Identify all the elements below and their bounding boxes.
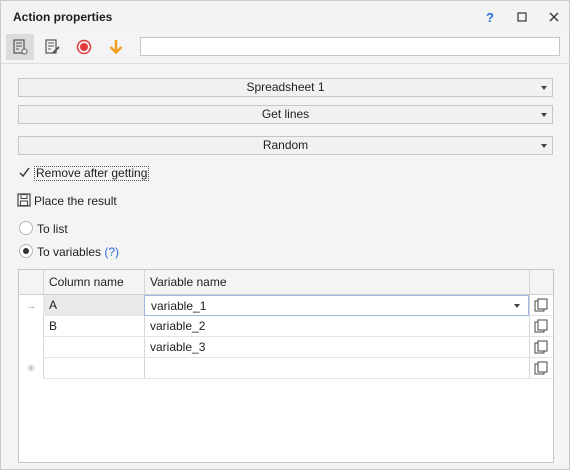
title-bar: Action properties ? [1, 1, 569, 33]
copy-button[interactable] [529, 337, 553, 358]
to-variables-option: To variables (?) [37, 245, 119, 259]
copy-button[interactable] [529, 295, 553, 316]
place-result-label: Place the result [34, 194, 117, 208]
chevron-down-icon[interactable] [514, 304, 520, 308]
variable-name-cell[interactable] [144, 358, 529, 379]
variables-grid: Column name Variable name → A variable_1… [18, 269, 554, 463]
window-title: Action properties [13, 10, 113, 24]
variable-name-value: variable_1 [151, 299, 207, 313]
to-variables-radio[interactable] [19, 244, 33, 258]
close-button[interactable] [544, 7, 564, 27]
download-tool[interactable] [102, 34, 130, 60]
remove-after-getting-checkbox[interactable] [18, 166, 31, 179]
chevron-down-icon [541, 144, 547, 148]
spreadsheet-select[interactable]: Spreadsheet 1 [18, 78, 553, 97]
chevron-down-icon [541, 86, 547, 90]
to-list-label[interactable]: To list [37, 222, 68, 236]
copy-icon [534, 298, 548, 312]
variable-name-header[interactable]: Variable name [144, 270, 529, 295]
settings-doc-tool[interactable] [6, 34, 34, 60]
column-name-header[interactable]: Column name [43, 270, 144, 295]
edit-doc-icon [45, 39, 60, 54]
new-row-star-icon: ✳ [26, 363, 36, 375]
action-select-value: Get lines [261, 107, 310, 121]
record-icon [76, 39, 92, 55]
record-tool[interactable] [70, 34, 98, 60]
column-name-cell[interactable] [43, 358, 144, 379]
toolbar-search-input[interactable] [140, 37, 560, 56]
grid-corner-header [19, 270, 43, 295]
table-row[interactable]: B variable_2 [19, 316, 553, 337]
row-indicator [19, 316, 43, 337]
mode-select-value: Random [262, 138, 309, 152]
mode-select[interactable]: Random [18, 136, 553, 155]
to-variables-label[interactable]: To variables [37, 245, 101, 259]
current-row-arrow-icon: → [25, 299, 37, 312]
help-button[interactable]: ? [480, 7, 500, 27]
column-name-cell[interactable]: A [43, 295, 144, 316]
action-properties-window: Action properties ? Spreadsheet 1 Get li… [0, 0, 570, 470]
copy-icon [534, 340, 548, 354]
new-row[interactable]: ✳ [19, 358, 553, 379]
table-row[interactable]: variable_3 [19, 337, 553, 358]
close-icon [549, 12, 559, 22]
toolbar [1, 33, 569, 61]
row-indicator [19, 337, 43, 358]
maximize-button[interactable] [512, 7, 532, 27]
copy-button[interactable] [529, 316, 553, 337]
maximize-icon [517, 12, 527, 22]
edit-doc-tool[interactable] [38, 34, 66, 60]
copy-button[interactable] [529, 358, 553, 379]
to-variables-help-link[interactable]: (?) [104, 245, 119, 259]
actions-header [529, 270, 553, 295]
table-row[interactable]: → A variable_1 [19, 295, 553, 316]
copy-icon [534, 319, 548, 333]
column-name-cell[interactable] [43, 337, 144, 358]
toolbar-separator [1, 63, 569, 64]
copy-icon [534, 361, 548, 375]
variable-name-cell[interactable]: variable_2 [144, 316, 529, 337]
save-icon [17, 193, 31, 207]
variable-name-cell[interactable]: variable_3 [144, 337, 529, 358]
column-name-cell[interactable]: B [43, 316, 144, 337]
settings-doc-icon [13, 39, 28, 55]
spreadsheet-select-value: Spreadsheet 1 [246, 80, 325, 94]
action-select[interactable]: Get lines [18, 105, 553, 124]
variable-name-combo[interactable]: variable_1 [144, 295, 529, 316]
to-list-radio[interactable] [19, 221, 33, 235]
download-arrow-icon [109, 40, 123, 55]
chevron-down-icon [541, 113, 547, 117]
remove-after-getting-label[interactable]: Remove after getting [34, 166, 150, 181]
